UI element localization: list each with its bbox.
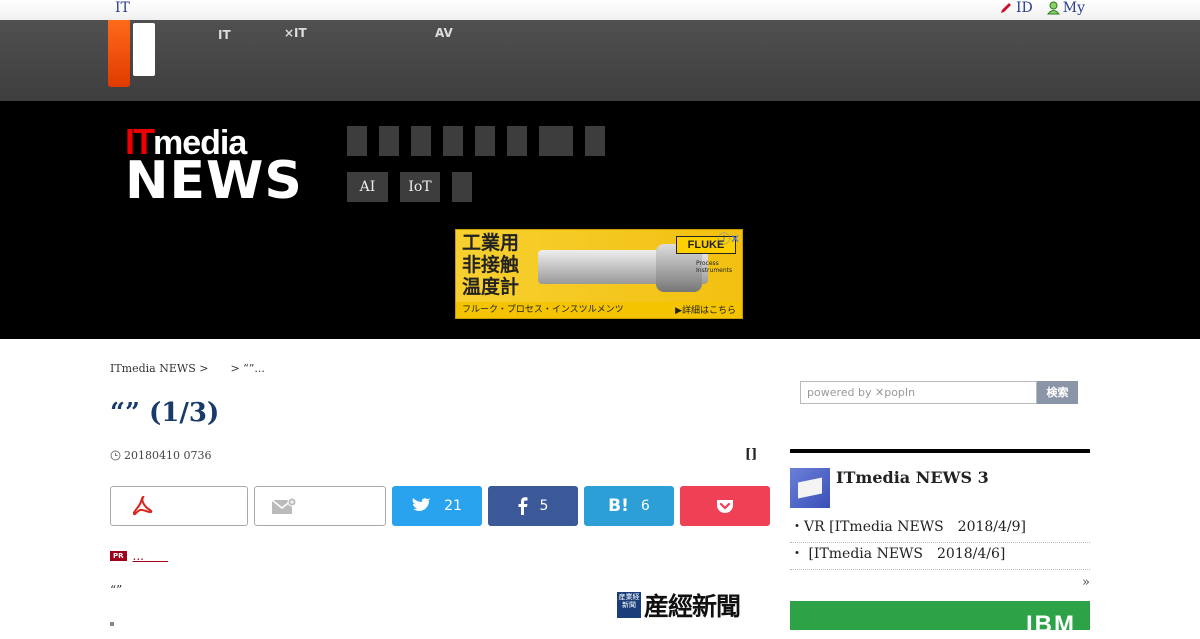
top-user-links: ID My xyxy=(999,0,1085,16)
sidebar-item[interactable]: ・ [ITmedia NEWS 2018/4/6] xyxy=(790,543,1090,570)
ad-brand-sub: Process Instruments xyxy=(696,260,733,274)
category-tab-8[interactable] xyxy=(585,126,605,156)
category-tab-4[interactable] xyxy=(443,126,463,156)
category-tab-1[interactable] xyxy=(347,126,367,156)
my-link[interactable]: My xyxy=(1046,0,1085,16)
sankei-name: 産經新聞 xyxy=(644,592,741,621)
sidebar-more-link[interactable]: » xyxy=(1082,575,1090,590)
mail-add-icon xyxy=(271,497,297,514)
article-title: “” (1/3) xyxy=(110,398,220,428)
itmedia-news-logo[interactable]: ITmedia NEWS xyxy=(125,121,302,211)
category-tab-5[interactable] xyxy=(475,126,495,156)
sankei-logo: 産業経新聞 産經新聞 xyxy=(617,587,741,623)
sidebar-section-title: ITmedia NEWS 3 xyxy=(836,468,989,487)
top-utility-bar: IT ID My xyxy=(0,0,1200,21)
search-input[interactable]: powered by ✕popIn xyxy=(800,381,1037,404)
ad-cta[interactable]: ▶詳細はこちら xyxy=(675,303,736,316)
pr-link-row: PR ... xyxy=(110,547,168,564)
pdf-icon xyxy=(132,495,153,516)
category-button-ai[interactable]: AI xyxy=(347,172,388,202)
ad-headline: 工業用 非接触 温度計 xyxy=(462,232,520,298)
category-button-more[interactable] xyxy=(452,172,472,202)
facebook-share-button[interactable]: 5 xyxy=(488,486,578,526)
hatena-bookmark-button[interactable]: B! 6 xyxy=(584,486,674,526)
envelope-icon xyxy=(790,468,830,508)
masthead: ITmedia NEWS AI IoT 工業用 非接触 温度計 FLUKE Pr… xyxy=(0,101,1200,339)
sidebar-section-header: ITmedia NEWS 3 xyxy=(790,468,989,508)
global-nav-item-1[interactable]: IT xyxy=(218,28,231,41)
id-link[interactable]: ID xyxy=(999,0,1033,16)
itmedia-tab-active[interactable] xyxy=(108,20,130,87)
sidebar-divider xyxy=(790,449,1090,453)
ad-close-icon[interactable]: ⓘ✕ xyxy=(718,230,740,247)
pdf-button[interactable] xyxy=(110,486,248,526)
pocket-button[interactable] xyxy=(680,486,770,526)
ad-banner[interactable]: 工業用 非接触 温度計 FLUKE Process Instruments ⓘ✕… xyxy=(455,229,743,319)
sidebar-item[interactable]: ・VR [ITmedia NEWS 2018/4/9] xyxy=(790,516,1090,543)
pr-badge: PR xyxy=(110,550,127,561)
mail-save-button[interactable] xyxy=(254,486,386,526)
twitter-share-button[interactable]: 21 xyxy=(392,486,482,526)
pr-link[interactable]: ... xyxy=(133,547,168,564)
pocket-icon xyxy=(717,500,733,513)
pen-icon xyxy=(1000,3,1011,13)
twitter-icon xyxy=(412,498,432,511)
user-icon xyxy=(1046,1,1060,15)
global-nav: IT ×IT AV xyxy=(0,20,1200,101)
ibm-ad-banner[interactable]: IBM xyxy=(790,601,1090,638)
article-lead: “” xyxy=(110,583,123,597)
category-tab-7[interactable] xyxy=(539,126,573,156)
category-tab-2[interactable] xyxy=(379,126,399,156)
top-brand-link[interactable]: IT xyxy=(115,0,130,16)
sankei-seal: 産業経新聞 xyxy=(617,592,641,618)
article-bracket: [] xyxy=(745,447,758,462)
bullet-marker xyxy=(110,622,114,626)
facebook-icon xyxy=(518,497,528,515)
itmedia-tab[interactable] xyxy=(133,23,155,76)
global-nav-item-2[interactable]: ×IT xyxy=(284,27,307,39)
breadcrumb[interactable]: ITmedia NEWS > > “”... xyxy=(110,360,265,376)
global-nav-item-3[interactable]: AV xyxy=(435,27,453,39)
category-tab-3[interactable] xyxy=(411,126,431,156)
site-search: powered by ✕popIn 検索 xyxy=(800,381,1078,404)
search-button[interactable]: 検索 xyxy=(1037,381,1078,404)
article-date: 20180410 0736 xyxy=(110,449,211,462)
clock-icon xyxy=(110,450,121,461)
category-button-iot[interactable]: IoT xyxy=(400,172,440,202)
hatena-icon: B! xyxy=(608,496,629,516)
category-tab-6[interactable] xyxy=(507,126,527,156)
ibm-logo: IBM xyxy=(1026,611,1076,638)
